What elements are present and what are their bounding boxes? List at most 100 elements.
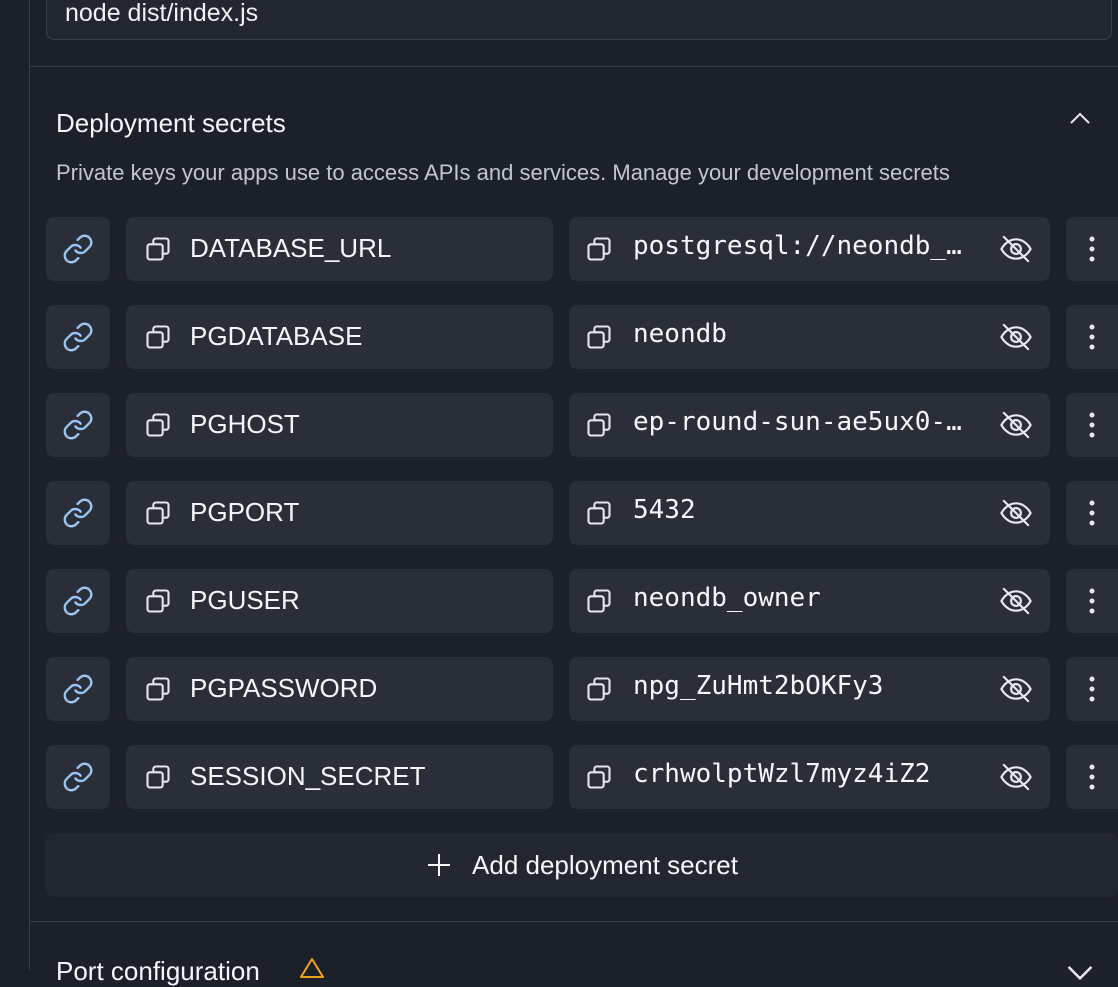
deployment-panel: node dist/index.js Deployment secrets Pr… (30, 0, 1118, 986)
secret-row: DATABASE_URL postgresql://neondb_owner:n… (46, 217, 1118, 281)
secret-row: PGDATABASE neondb (46, 305, 1118, 369)
add-secret-label: Add deployment secret (472, 849, 738, 880)
warning-icon (300, 958, 324, 978)
more-vertical-icon (1089, 764, 1095, 790)
secret-value-field[interactable]: npg_ZuHmt2bOKFy3 (569, 657, 1050, 721)
eye-off-icon[interactable] (999, 761, 1033, 793)
secret-row: PGPASSWORD npg_ZuHmt2bOKFy3 (46, 657, 1118, 721)
collapse-button[interactable] (1066, 104, 1094, 132)
secret-key-field[interactable]: PGHOST (126, 393, 553, 457)
copy-icon[interactable] (585, 675, 613, 703)
more-options-button[interactable] (1066, 657, 1118, 721)
more-vertical-icon (1089, 500, 1095, 526)
secret-key-field[interactable]: SESSION_SECRET (126, 745, 553, 809)
link-icon (63, 410, 93, 440)
link-secret-button[interactable] (46, 305, 110, 369)
link-icon (63, 586, 93, 616)
copy-icon[interactable] (585, 323, 613, 351)
add-secret-button[interactable]: Add deployment secret (46, 833, 1118, 897)
run-command-value: node dist/index.js (65, 0, 259, 27)
divider (30, 66, 1118, 67)
eye-off-icon[interactable] (999, 497, 1033, 529)
secret-value-field[interactable]: crhwolptWzl7myz4iZ2 (569, 745, 1050, 809)
more-vertical-icon (1089, 236, 1095, 262)
link-icon (63, 234, 93, 264)
secret-value-field[interactable]: neondb (569, 305, 1050, 369)
link-icon (63, 762, 93, 792)
secret-value: neondb_owner (633, 583, 821, 613)
copy-icon[interactable] (144, 675, 172, 703)
link-secret-button[interactable] (46, 657, 110, 721)
secret-key: PGDATABASE (190, 321, 363, 351)
chevron-down-icon[interactable] (1066, 958, 1094, 986)
copy-icon[interactable] (585, 411, 613, 439)
secret-key-field[interactable]: PGDATABASE (126, 305, 553, 369)
copy-icon[interactable] (144, 499, 172, 527)
secret-value-field[interactable]: neondb_owner (569, 569, 1050, 633)
more-options-button[interactable] (1066, 569, 1118, 633)
link-icon (63, 674, 93, 704)
copy-icon[interactable] (144, 323, 172, 351)
secret-value-field[interactable]: 5432 (569, 481, 1050, 545)
eye-off-icon[interactable] (999, 233, 1033, 265)
secret-key: DATABASE_URL (190, 233, 392, 263)
copy-icon[interactable] (585, 235, 613, 263)
eye-off-icon[interactable] (999, 409, 1033, 441)
secret-key-field[interactable]: DATABASE_URL (126, 217, 553, 281)
copy-icon[interactable] (585, 499, 613, 527)
secret-row: SESSION_SECRET crhwolptWzl7myz4iZ2 (46, 745, 1118, 809)
link-icon (63, 498, 93, 528)
link-icon (63, 322, 93, 352)
copy-icon[interactable] (144, 411, 172, 439)
copy-icon[interactable] (144, 235, 172, 263)
chevron-up-icon (1070, 112, 1090, 124)
copy-icon[interactable] (585, 763, 613, 791)
copy-icon[interactable] (144, 587, 172, 615)
link-secret-button[interactable] (46, 745, 110, 809)
divider (30, 921, 1118, 922)
secret-key: SESSION_SECRET (190, 761, 426, 791)
left-rail (0, 0, 30, 970)
secret-key: PGHOST (190, 409, 300, 439)
eye-off-icon[interactable] (999, 321, 1033, 353)
secret-key: PGUSER (190, 585, 300, 615)
secret-value: npg_ZuHmt2bOKFy3 (633, 671, 884, 701)
copy-icon[interactable] (585, 587, 613, 615)
secret-key-field[interactable]: PGUSER (126, 569, 553, 633)
secret-row: PGUSER neondb_owner (46, 569, 1118, 633)
link-secret-button[interactable] (46, 393, 110, 457)
more-options-button[interactable] (1066, 481, 1118, 545)
eye-off-icon[interactable] (999, 673, 1033, 705)
secret-value: crhwolptWzl7myz4iZ2 (633, 759, 931, 789)
link-secret-button[interactable] (46, 217, 110, 281)
secret-key-field[interactable]: PGPASSWORD (126, 657, 553, 721)
secret-value: ep-round-sun-ae5ux0-pooler (633, 407, 973, 437)
secret-value-field[interactable]: postgresql://neondb_owner:npg_ZuHmt2bOKF… (569, 217, 1050, 281)
more-vertical-icon (1089, 588, 1095, 614)
link-secret-button[interactable] (46, 481, 110, 545)
section-description: Private keys your apps use to access API… (56, 160, 950, 185)
secret-value-field[interactable]: ep-round-sun-ae5ux0-pooler (569, 393, 1050, 457)
more-vertical-icon (1089, 412, 1095, 438)
secret-key: PGPASSWORD (190, 673, 378, 703)
section-title: Deployment secrets (56, 108, 286, 138)
secret-key: PGPORT (190, 497, 300, 527)
more-options-button[interactable] (1066, 745, 1118, 809)
plus-icon (428, 854, 451, 876)
copy-icon[interactable] (144, 763, 172, 791)
more-vertical-icon (1089, 676, 1095, 702)
run-command-field[interactable]: node dist/index.js (46, 0, 1112, 40)
more-options-button[interactable] (1066, 305, 1118, 369)
secret-row: PGPORT 5432 (46, 481, 1118, 545)
more-options-button[interactable] (1066, 217, 1118, 281)
link-secret-button[interactable] (46, 569, 110, 633)
secret-key-field[interactable]: PGPORT (126, 481, 553, 545)
more-vertical-icon (1089, 324, 1095, 350)
secret-row: PGHOST ep-round-sun-ae5ux0-pooler (46, 393, 1118, 457)
secret-value: postgresql://neondb_owner:npg_ZuHmt2bOKF… (633, 231, 973, 261)
more-options-button[interactable] (1066, 393, 1118, 457)
eye-off-icon[interactable] (999, 585, 1033, 617)
secret-value: 5432 (633, 495, 696, 525)
secret-value: neondb (633, 319, 727, 349)
next-section-title: Port configuration (56, 956, 260, 986)
